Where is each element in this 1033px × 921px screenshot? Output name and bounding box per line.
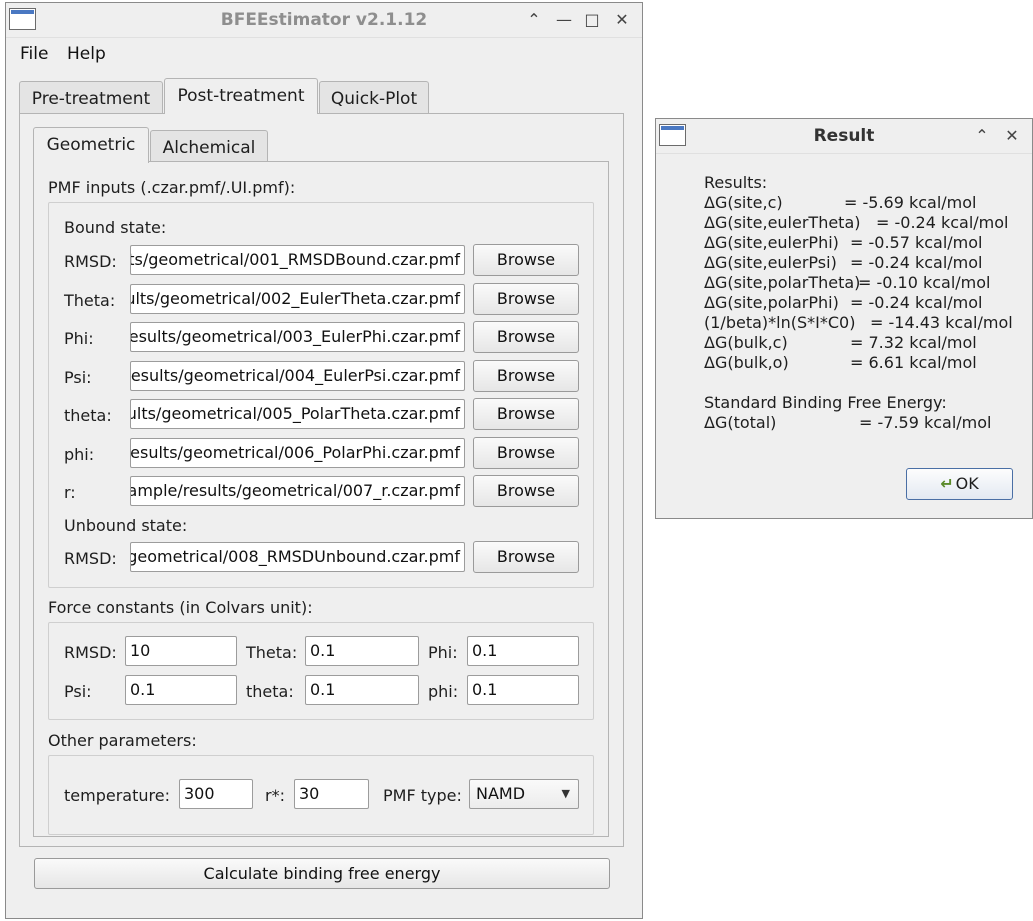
bound-rmsd-label: RMSD: [64, 252, 117, 271]
bound-polar-theta-label: theta: [64, 406, 112, 425]
window-title: BFEEstimator v2.1.12 [220, 10, 428, 30]
result-shade-icon[interactable]: ⌃ [970, 124, 994, 148]
tab-alchemical[interactable]: Alchemical [150, 130, 268, 164]
fc-polar-phi-input[interactable]: 0.1 [467, 675, 579, 705]
force-constants-group: RMSD: 10 Theta: 0.1 Phi: 0.1 Psi: 0.1 th… [48, 622, 594, 720]
fc-psi-label: Psi: [64, 682, 92, 701]
bound-psi-browse-button[interactable]: Browse [473, 359, 579, 392]
other-params-group: temperature: 300 r*: 30 PMF type: NAMD ▼ [48, 755, 594, 835]
bound-phi-input[interactable]: esults/geometrical/003_EulerPhi.czar.pmf [130, 322, 465, 352]
unbound-rmsd-label: RMSD: [64, 549, 117, 568]
rstar-input[interactable]: 30 [294, 779, 369, 809]
fc-polar-phi-label: phi: [428, 682, 459, 701]
bound-theta-label: Theta: [64, 290, 116, 310]
main-titlebar: BFEEstimator v2.1.12 ⌃ — □ ✕ [6, 3, 642, 38]
pmf-inputs-label: PMF inputs (.czar.pmf/.UI.pmf): [48, 178, 296, 197]
bound-phi-label: Phi: [64, 329, 94, 348]
minimize-icon[interactable]: — [552, 8, 576, 32]
fc-psi-input[interactable]: 0.1 [125, 675, 237, 705]
fc-polar-theta-input[interactable]: 0.1 [305, 675, 419, 705]
ok-arrow-icon: ↵ [940, 474, 954, 493]
close-icon[interactable]: ✕ [610, 8, 634, 32]
geometric-panel: PMF inputs (.czar.pmf/.UI.pmf): Bound st… [33, 161, 609, 837]
bound-r-browse-button[interactable]: Browse [473, 475, 579, 507]
bound-rmsd-browse-button[interactable]: Browse [473, 244, 579, 276]
fc-theta-label: Theta: [246, 643, 298, 662]
other-params-label: Other parameters: [48, 731, 197, 750]
bound-theta-browse-button[interactable]: Browse [473, 282, 579, 315]
menu-file[interactable]: File [20, 44, 48, 64]
fc-theta-input[interactable]: 0.1 [305, 636, 419, 666]
fc-phi-input[interactable]: 0.1 [467, 636, 579, 666]
bound-psi-input[interactable]: esults/geometrical/004_EulerPsi.czar.pmf [130, 360, 465, 391]
tab-geometric[interactable]: Geometric [33, 127, 149, 163]
tab-post-treatment[interactable]: Post-treatment [164, 78, 318, 114]
bound-polar-phi-browse-button[interactable]: Browse [473, 436, 579, 469]
unbound-rmsd-input[interactable]: geometrical/008_RMSDUnbound.czar.pmf [130, 542, 465, 572]
result-window: Result ⌃ ✕ Results: ΔG(site,c) = -5.69 kc… [655, 118, 1033, 519]
main-window: BFEEstimator v2.1.12 ⌃ — □ ✕ File Help P… [5, 2, 643, 919]
rstar-label: r*: [265, 786, 285, 805]
fc-phi-label: Phi: [428, 643, 458, 662]
maximize-icon[interactable]: □ [580, 8, 604, 32]
bound-polar-phi-label: phi: [64, 444, 95, 464]
post-treatment-panel: Geometric Alchemical PMF inputs (.czar.p… [19, 113, 624, 847]
fc-rmsd-input[interactable]: 10 [125, 636, 237, 666]
ok-button[interactable]: ↵ OK [906, 468, 1013, 500]
pmf-type-label: PMF type: [383, 786, 462, 805]
tab-quick-plot[interactable]: Quick-Plot [319, 81, 429, 115]
unbound-state-label: Unbound state: [64, 516, 188, 535]
tab-pre-treatment[interactable]: Pre-treatment [19, 81, 163, 115]
force-constants-label: Force constants (in Colvars unit): [48, 598, 313, 617]
temperature-label: temperature: [64, 786, 170, 805]
bound-psi-label: Psi: [64, 367, 92, 387]
bound-polar-theta-browse-button[interactable]: Browse [473, 398, 579, 430]
bound-r-input[interactable]: ample/results/geometrical/007_r.czar.pmf [130, 476, 465, 506]
result-close-icon[interactable]: ✕ [1000, 124, 1024, 148]
bound-polar-phi-input[interactable]: esults/geometrical/006_PolarPhi.czar.pmf [130, 437, 465, 468]
pmf-inputs-group: Bound state: RMSD: ts/geometrical/001_RMS… [48, 202, 594, 588]
bound-rmsd-input[interactable]: ts/geometrical/001_RMSDBound.czar.pmf [130, 245, 465, 275]
bound-state-label: Bound state: [64, 218, 167, 237]
pmf-type-select[interactable]: NAMD ▼ [469, 779, 579, 809]
fc-polar-theta-label: theta: [246, 682, 294, 701]
temperature-input[interactable]: 300 [179, 779, 253, 809]
chevron-down-icon: ▼ [561, 787, 570, 800]
bound-theta-input[interactable]: ults/geometrical/002_EulerTheta.czar.pmf [130, 283, 465, 314]
calculate-button[interactable]: Calculate binding free energy [34, 858, 610, 889]
result-titlebar: Result ⌃ ✕ [656, 119, 1032, 154]
fc-rmsd-label: RMSD: [64, 643, 117, 662]
bound-polar-theta-input[interactable]: ults/geometrical/005_PolarTheta.czar.pmf [130, 399, 465, 429]
bound-phi-browse-button[interactable]: Browse [473, 321, 579, 353]
menubar: File Help [6, 38, 642, 68]
shade-icon[interactable]: ⌃ [522, 8, 546, 32]
unbound-rmsd-browse-button[interactable]: Browse [473, 541, 579, 573]
bound-r-label: r: [64, 483, 76, 502]
menu-help[interactable]: Help [67, 44, 106, 64]
